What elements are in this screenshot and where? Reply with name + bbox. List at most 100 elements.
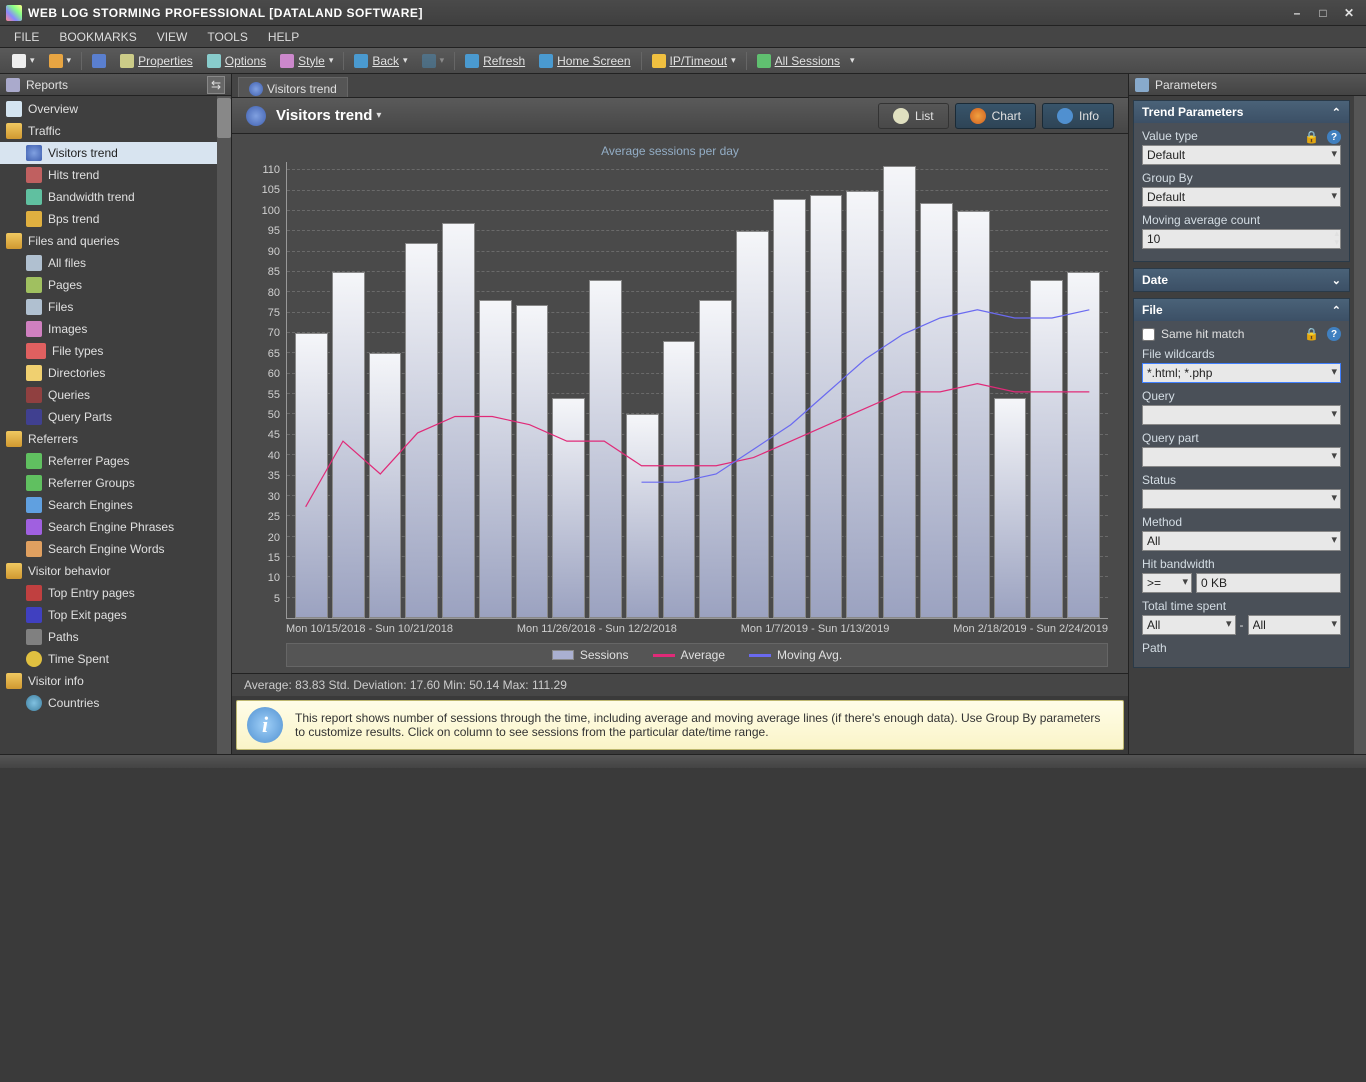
tree-item-pages[interactable]: Pages [0, 274, 231, 296]
chart-plot[interactable] [286, 162, 1108, 619]
tree-item-top-exit-pages[interactable]: Top Exit pages [0, 604, 231, 626]
chart-bar[interactable] [920, 203, 953, 618]
menu-help[interactable]: HELP [260, 28, 307, 46]
total-time-to-select[interactable] [1248, 615, 1342, 635]
menu-view[interactable]: VIEW [149, 28, 196, 46]
tree-item-bandwidth-trend[interactable]: Bandwidth trend [0, 186, 231, 208]
tree-item-time-spent[interactable]: Time Spent [0, 648, 231, 670]
lock-icon[interactable]: 🔒 [1304, 327, 1319, 341]
menu-bookmarks[interactable]: BOOKMARKS [51, 28, 144, 46]
chart-bar[interactable] [552, 398, 585, 618]
hit-bw-op-select[interactable] [1142, 573, 1192, 593]
trend-parameters-header[interactable]: Trend Parameters⌃ [1134, 101, 1349, 123]
chart-bar[interactable] [405, 243, 438, 618]
close-button[interactable]: ✕ [1338, 6, 1360, 20]
chart-bar[interactable] [1030, 280, 1063, 618]
chart-bar[interactable] [295, 333, 328, 618]
method-select[interactable] [1142, 531, 1341, 551]
all-sessions-button[interactable]: All Sessions▾ [751, 52, 861, 70]
file-header[interactable]: File⌃ [1134, 299, 1349, 321]
options-button[interactable]: Options [201, 52, 272, 70]
maximize-button[interactable]: □ [1312, 6, 1334, 20]
query-input[interactable] [1142, 405, 1341, 425]
group-by-select[interactable] [1142, 187, 1341, 207]
tree-item-files[interactable]: Files [0, 296, 231, 318]
open-button[interactable]: ▾ [43, 52, 78, 70]
tree-item-images[interactable]: Images [0, 318, 231, 340]
tree-item-search-engines[interactable]: Search Engines [0, 494, 231, 516]
list-view-button[interactable]: List [878, 103, 949, 129]
chart-bar[interactable] [994, 398, 1027, 618]
info-view-button[interactable]: Info [1042, 103, 1114, 129]
reports-scrollbar[interactable] [217, 96, 231, 754]
chart-bar[interactable] [626, 414, 659, 618]
tree-item-search-engine-words[interactable]: Search Engine Words [0, 538, 231, 560]
tree-item-bps-trend[interactable]: Bps trend [0, 208, 231, 230]
chart-view-button[interactable]: Chart [955, 103, 1036, 129]
tree-item-referrers[interactable]: Referrers [0, 428, 231, 450]
tree-item-referrer-pages[interactable]: Referrer Pages [0, 450, 231, 472]
tree-item-file-types[interactable]: File types [0, 340, 231, 362]
parameters-scrollbar[interactable] [1354, 96, 1366, 754]
tree-item-top-entry-pages[interactable]: Top Entry pages [0, 582, 231, 604]
tree-item-paths[interactable]: Paths [0, 626, 231, 648]
minimize-button[interactable]: – [1286, 6, 1308, 20]
tree-item-directories[interactable]: Directories [0, 362, 231, 384]
menu-file[interactable]: FILE [6, 28, 47, 46]
chart-bar[interactable] [1067, 272, 1100, 618]
tree-item-all-files[interactable]: All files [0, 252, 231, 274]
tree-item-countries[interactable]: Countries [0, 692, 231, 714]
tree-item-hits-trend[interactable]: Hits trend [0, 164, 231, 186]
chart-bar[interactable] [332, 272, 365, 618]
tree-item-visitor-info[interactable]: Visitor info [0, 670, 231, 692]
value-type-select[interactable] [1142, 145, 1341, 165]
chart-bar[interactable] [369, 353, 402, 618]
chart-bar[interactable] [846, 191, 879, 619]
tree-item-visitors-trend[interactable]: Visitors trend [0, 142, 231, 164]
status-select[interactable] [1142, 489, 1341, 509]
tree-item-referrer-groups[interactable]: Referrer Groups [0, 472, 231, 494]
tab-visitors-trend[interactable]: Visitors trend [238, 77, 348, 97]
tree-item-files-and-queries[interactable]: Files and queries [0, 230, 231, 252]
style-button[interactable]: Style▾ [274, 52, 339, 70]
chart-bar[interactable] [663, 341, 696, 618]
lock-icon[interactable]: 🔒 [1304, 130, 1319, 144]
chart-bar[interactable] [479, 300, 512, 618]
hit-bw-value-input[interactable] [1196, 573, 1341, 593]
tree-item-query-parts[interactable]: Query Parts [0, 406, 231, 428]
refresh-button[interactable]: Refresh [459, 52, 531, 70]
new-button[interactable]: ▾ [6, 52, 41, 70]
help-icon[interactable]: ? [1327, 327, 1341, 341]
save-button[interactable] [86, 52, 112, 70]
date-header[interactable]: Date⌄ [1134, 269, 1349, 291]
forward-button[interactable]: ▾ [416, 52, 451, 70]
reports-panel-toggle[interactable]: ⇆ [207, 76, 225, 94]
tree-item-traffic[interactable]: Traffic [0, 120, 231, 142]
chart-bar[interactable] [883, 166, 916, 618]
tree-item-overview[interactable]: Overview [0, 98, 231, 120]
chart-bar[interactable] [516, 305, 549, 619]
moving-avg-input[interactable] [1142, 229, 1341, 249]
chart-bar[interactable] [589, 280, 622, 618]
chart-bar[interactable] [957, 211, 990, 618]
properties-button[interactable]: Properties [114, 52, 199, 70]
total-time-from-select[interactable] [1142, 615, 1236, 635]
file-wildcards-input[interactable] [1142, 363, 1341, 383]
help-icon[interactable]: ? [1327, 130, 1341, 144]
menu-tools[interactable]: TOOLS [199, 28, 255, 46]
app-logo-icon [6, 5, 22, 21]
tree-item-search-engine-phrases[interactable]: Search Engine Phrases [0, 516, 231, 538]
chart-bar[interactable] [442, 223, 475, 618]
chart-bar[interactable] [699, 300, 732, 618]
home-button[interactable]: Home Screen [533, 52, 636, 70]
page-title-dropdown[interactable]: ▾ [376, 110, 381, 121]
ip-timeout-button[interactable]: IP/Timeout▾ [646, 52, 742, 70]
chart-bar[interactable] [773, 199, 806, 618]
chart-bar[interactable] [810, 195, 843, 618]
query-part-input[interactable] [1142, 447, 1341, 467]
chart-bar[interactable] [736, 231, 769, 618]
tree-item-queries[interactable]: Queries [0, 384, 231, 406]
same-hit-checkbox[interactable] [1142, 328, 1155, 341]
tree-item-visitor-behavior[interactable]: Visitor behavior [0, 560, 231, 582]
back-button[interactable]: Back▾ [348, 52, 413, 70]
